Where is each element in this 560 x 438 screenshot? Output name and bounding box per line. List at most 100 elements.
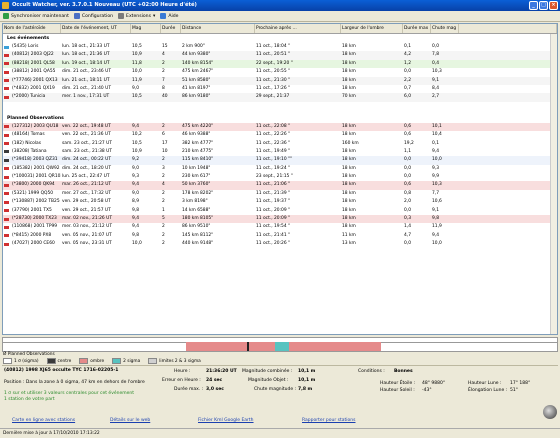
app-icon <box>2 2 9 9</box>
kml-file-link[interactable]: Fichier Kml Google Earth <box>198 418 254 423</box>
title-bar: Occult Watcher, ver. 3.7.0.1 Nouveau (UT… <box>0 0 560 11</box>
table-cell-spacer <box>459 123 557 131</box>
table-row[interactable]: (38208) Tatiana sam. 23 oct., 21:38 UT 10,… <box>3 148 557 156</box>
table-cell-spacer <box>459 148 557 156</box>
table-cell: 10,0 <box>432 241 442 247</box>
configuration-button[interactable]: Configuration <box>73 13 113 19</box>
legend-swatch <box>46 358 56 364</box>
table-cell: 10 <box>162 148 168 154</box>
table-cell: (*3800) 2000 QK94 <box>3 181 61 189</box>
legend-swatch <box>148 358 158 364</box>
table-cell: 0,0 <box>404 207 411 213</box>
table-cell: (*77746) 2001 QX13 <box>3 77 61 85</box>
table-cell: (*28730) 2000 TX23 <box>3 215 61 223</box>
timeline-centre-mark <box>247 342 249 351</box>
table-cell: ven. 22 oct., 21:36 UT <box>62 132 111 138</box>
table-cell: 160 km <box>342 140 359 146</box>
table-cell: 2 <box>162 190 165 196</box>
table-row[interactable]: (*4832) 2001 QX19 dim. 21 oct., 21:40 UT 9… <box>3 85 557 93</box>
window-title: Occult Watcher, ver. 3.7.0.1 Nouveau (UT… <box>12 2 197 8</box>
table-cell: 2,0 <box>404 199 411 205</box>
asteroid-name: (*39418) 2003 QZ31 <box>12 157 58 163</box>
table-cell: 18 km <box>342 77 356 83</box>
table-cell: 29 sept., 21:37 <box>256 94 290 100</box>
table-row[interactable]: (*100031) 2001 QR102 lun. 25 oct., 22:47 … <box>3 173 557 181</box>
vertical-scrollbar[interactable] <box>550 34 557 334</box>
table-row[interactable]: (5321) 1999 QQ50 mer. 27 oct., 17:32 UT 9,… <box>3 190 557 198</box>
table-row[interactable]: (*130887) 2002 TB25 ven. 29 oct., 20:58 U… <box>3 198 557 206</box>
asteroid-name: (*8415) 2000 PX8 <box>12 232 52 238</box>
table-cell: 18 km <box>342 132 356 138</box>
table-row[interactable]: (47027) 2000 CE60 ven. 05 nov., 23:31 UT 1… <box>3 240 557 248</box>
legend-item: limites 2 & 3 sigma <box>148 358 201 364</box>
table-row[interactable]: (185382) 2001 QW92 dim. 24 oct., 18:20 UT… <box>3 165 557 173</box>
column-header[interactable]: Prochaine après ... <box>255 24 341 33</box>
web-details-link[interactable]: Détails sur le web <box>110 418 150 423</box>
extensions-button[interactable]: Extensions ▾ <box>118 13 155 19</box>
table-row[interactable]: (110868) 2001 TP99 mer. 03 nov., 21:12 UT… <box>3 223 557 231</box>
table-row[interactable]: (*8415) 2000 PX8 ven. 05 nov., 21:07 UT 9,… <box>3 232 557 240</box>
table-row[interactable]: (88218) 2001 QL58 lun. 19 oct., 18:14 UT 1… <box>3 59 557 69</box>
table-cell: 11 oct., 18:04 " <box>256 44 291 49</box>
table-row[interactable]: (127312) 2003 QU18 ven. 22 oct., 19:48 UT… <box>3 122 557 132</box>
column-header[interactable]: Distance <box>181 24 255 33</box>
column-header[interactable]: Durée max <box>403 24 431 33</box>
column-header[interactable]: Date de l'événement, UT <box>61 24 131 33</box>
report-stations-link[interactable]: Rapporter pour stations <box>302 418 356 423</box>
column-header[interactable]: Mag <box>131 24 161 33</box>
asteroid-name: (110868) 2001 TP99 <box>12 224 58 230</box>
table-row[interactable]: (*28730) 2000 TX23 mar. 02 nov., 21:26 UT… <box>3 215 557 224</box>
table-cell: 4,2 <box>404 52 411 58</box>
table-cell: 18 km <box>342 182 356 188</box>
table-cell: 18 km <box>342 165 356 171</box>
table-cell: 11 oct., 19:24 " <box>256 165 291 171</box>
table-cell: 4 <box>162 182 165 188</box>
status-flag-icon <box>4 200 9 204</box>
online-map-link[interactable]: Carte en ligne avec stations <box>12 418 75 423</box>
table-row[interactable]: (*3800) 2000 QK94 mar. 26 oct., 21:12 UT 9… <box>3 181 557 190</box>
table-cell: 15 <box>162 44 168 49</box>
table-cell: 0,6 <box>404 123 411 129</box>
status-flag-icon <box>4 70 9 74</box>
help-icon <box>160 13 167 19</box>
table-cell: 22 sept., 19:20 " <box>256 60 293 66</box>
asteroid-name: (182) Nicolas <box>12 140 42 146</box>
column-header[interactable]: Largeur de l'ombre <box>341 24 403 33</box>
table-row[interactable]: (37790) 2001 TX5 ven. 29 oct., 21:57 UT 9,… <box>3 207 557 215</box>
table-cell: 140 km 8154" <box>182 60 214 66</box>
table-cell: (182) Nicolas <box>3 140 61 148</box>
column-header[interactable]: Chute mag <box>431 24 459 33</box>
table-cell: 70 km <box>342 94 356 100</box>
column-header[interactable]: Durée <box>161 24 181 33</box>
table-cell: 10,0 <box>132 241 142 247</box>
table-row[interactable]: (*2000) Tunicia mer. 1 nov., 17:31 UT 10,5… <box>3 93 557 102</box>
table-row[interactable]: (182) Nicolas sam. 23 oct., 21:27 UT 10,5 1… <box>3 140 557 148</box>
table-cell: 14 km 6588" <box>182 207 211 213</box>
table-row[interactable]: (40812) 2003 QJ22 lun. 18 oct., 21:36 UT 1… <box>3 51 557 60</box>
table-cell: 18 km <box>342 44 356 49</box>
table-cell-spacer <box>459 215 557 223</box>
duree-label: Durée max. : <box>174 387 204 392</box>
table-cell: 0,0 <box>404 69 411 75</box>
table-row[interactable]: (*77746) 2001 QX13 lun. 21 oct., 18:11 UT… <box>3 76 557 85</box>
table-cell: ven. 05 nov., 23:31 UT <box>62 241 112 247</box>
table-row[interactable]: (38812) 2001 QA55 dim. 21 oct., 23:46 UT 1… <box>3 68 557 76</box>
table-cell: dim. 24 oct., 00:22 UT <box>62 157 112 163</box>
table-row[interactable]: (*39418) 2003 QZ31 dim. 24 oct., 00:22 UT… <box>3 156 557 165</box>
help-button[interactable]: Aide <box>160 13 178 19</box>
table-cell: 0,6 <box>404 182 411 188</box>
table-cell: 9,1 <box>432 77 439 83</box>
table-cell: 10,9 <box>132 52 142 58</box>
timeline-bar[interactable] <box>2 337 558 352</box>
table-cell: dim. 24 oct., 18:20 UT <box>62 165 112 171</box>
table-row[interactable]: (5435) Loris lun. 18 oct., 21:33 UT 10,5 15… <box>3 43 557 51</box>
column-header[interactable]: Nom de l'astéroïde <box>3 24 61 33</box>
table-row[interactable]: (48164) Tomas ven. 22 oct., 21:36 UT 10,2 6… <box>3 131 557 139</box>
table-cell: 2 <box>162 60 165 66</box>
close-button[interactable]: × <box>549 1 558 10</box>
legend-swatch <box>79 358 89 364</box>
maximize-button[interactable]: □ <box>539 1 548 10</box>
sync-button[interactable]: Synchroniser maintenant <box>3 13 69 19</box>
minimize-button[interactable]: _ <box>529 1 538 10</box>
table-cell-spacer <box>459 93 557 101</box>
